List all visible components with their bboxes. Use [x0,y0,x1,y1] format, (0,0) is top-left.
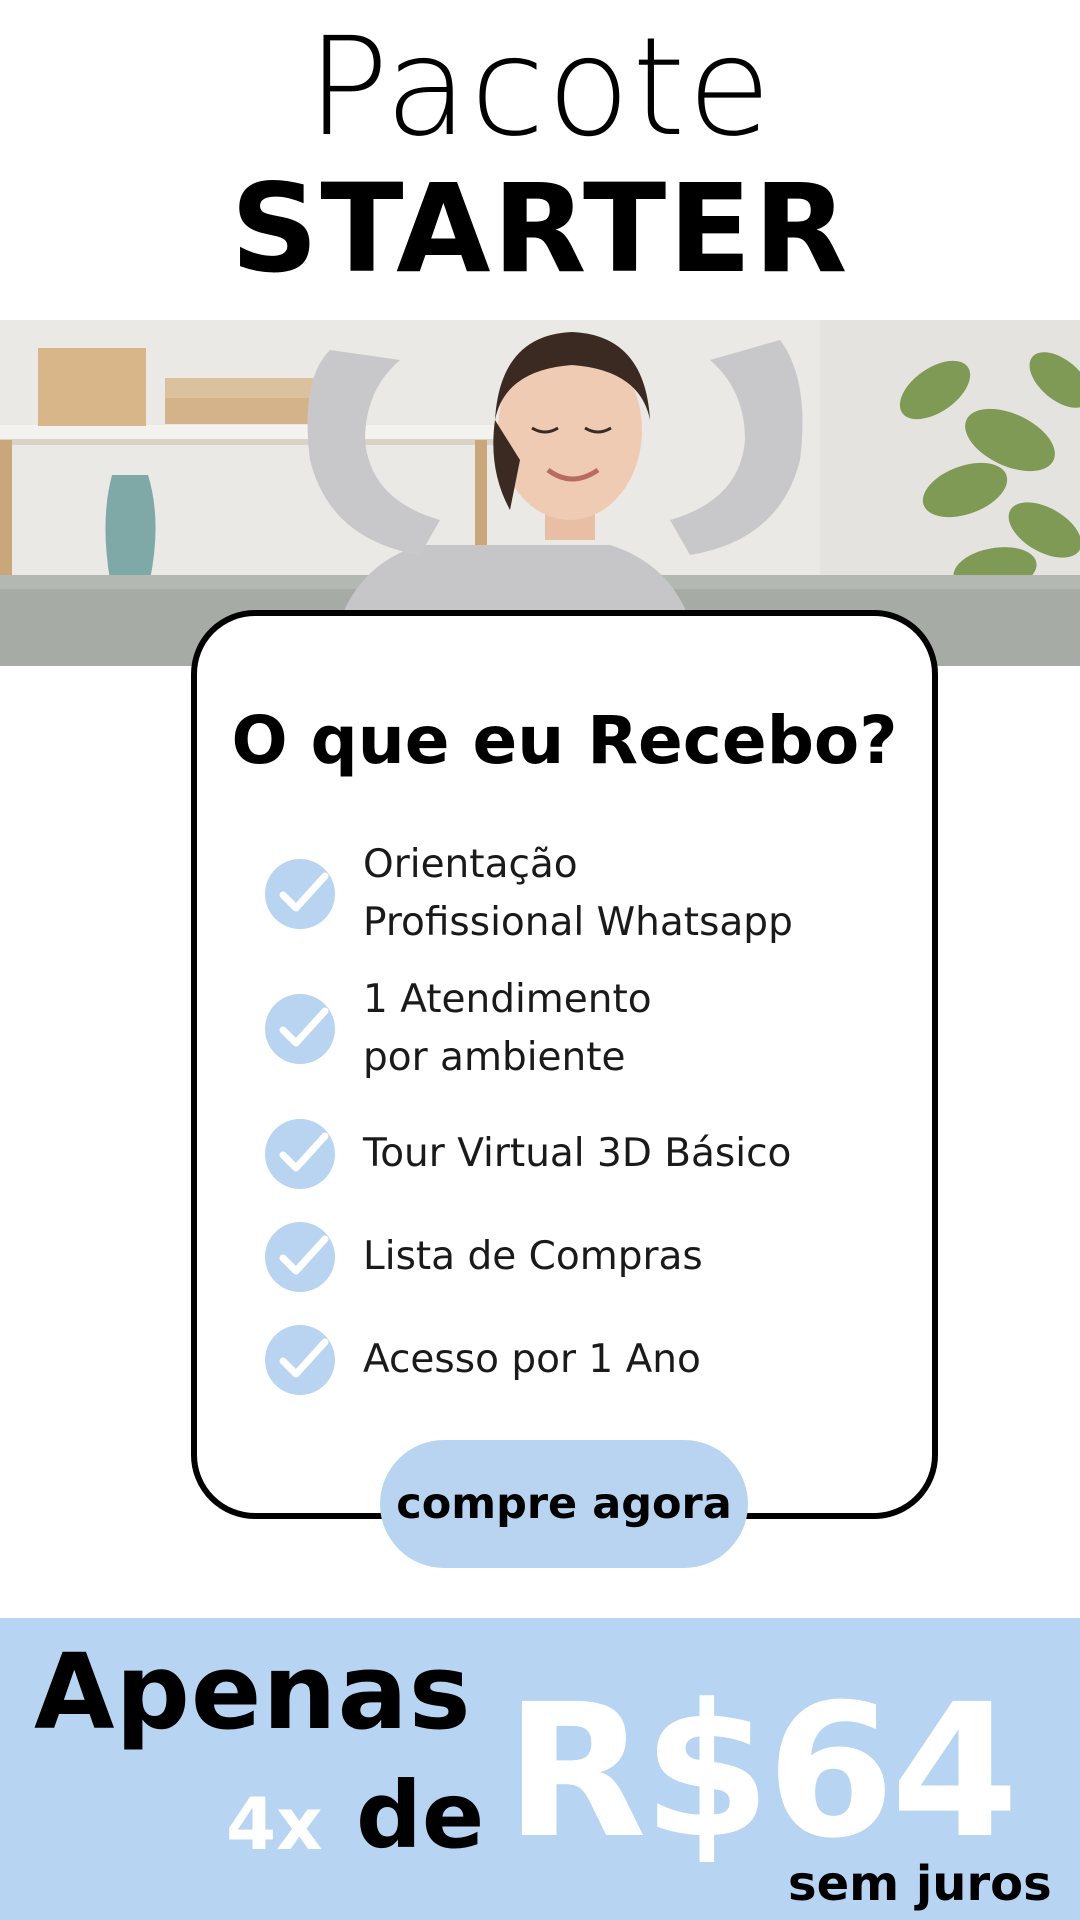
price-suffix: sem juros [788,1856,1052,1912]
benefit-label: Orientação Profissional Whatsapp [363,842,793,945]
check-circle-icon [265,859,335,929]
benefit-item: 1 Atendimento por ambiente [265,971,883,1087]
buy-now-button[interactable]: compre agora [380,1440,748,1568]
check-circle-icon [265,1325,335,1395]
title-line-2: STARTER [230,158,850,300]
check-circle-icon [265,994,335,1064]
benefit-item: Orientação Profissional Whatsapp [265,836,883,952]
benefit-item: Tour Virtual 3D Básico [265,1119,883,1189]
title-line-1: Pacote [306,9,774,167]
benefit-label: Acesso por 1 Ano [363,1337,701,1382]
check-circle-icon [265,1222,335,1292]
card-heading: O que eu Recebo? [231,702,898,779]
price-prefix: Apenas [34,1631,472,1753]
check-circle-icon [265,1119,335,1189]
benefit-label: Tour Virtual 3D Básico [363,1131,792,1176]
price-amount: R$64 [505,1665,1019,1879]
benefit-item: Acesso por 1 Ano [265,1325,883,1395]
benefit-label: 1 Atendimento por ambiente [363,977,652,1080]
benefit-item: Lista de Compras [265,1222,883,1292]
installments-count: 4x [226,1782,323,1866]
benefit-label: Lista de Compras [363,1234,703,1279]
price-de: de [356,1762,485,1869]
